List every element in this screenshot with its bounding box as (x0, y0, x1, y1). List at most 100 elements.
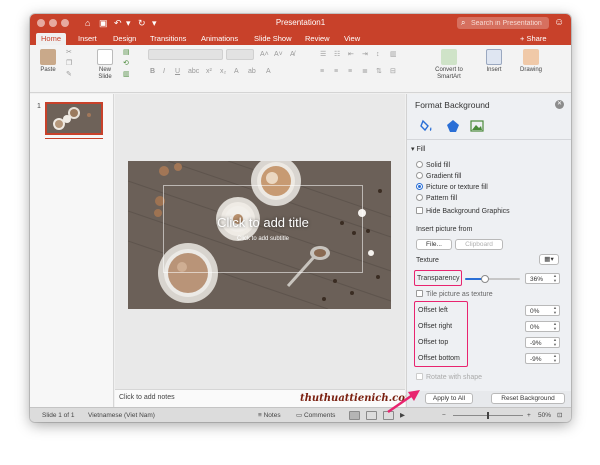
tab-home[interactable]: Home (36, 33, 67, 45)
notes-button[interactable]: ≡ Notes (258, 411, 281, 420)
tab-animations[interactable]: Animations (196, 33, 243, 45)
text-direction-icon[interactable]: ⇅ (376, 67, 382, 76)
spinner-arrows-icon[interactable]: ▲ ▼ (552, 353, 558, 363)
font-size-select[interactable] (226, 49, 254, 60)
language-indicator[interactable]: Vietnamese (Viet Nam) (88, 411, 155, 420)
offset-bottom-spinner[interactable]: -9% ▲ ▼ (525, 353, 560, 364)
strikethrough-icon[interactable]: abc (188, 67, 199, 76)
clear-formatting-icon[interactable]: A̸ (290, 50, 295, 59)
solid-fill-radio[interactable] (416, 161, 423, 168)
copy-icon[interactable]: ❐ (66, 59, 72, 68)
bold-icon[interactable]: B (150, 67, 155, 76)
offset-right-spinner[interactable]: 0% ▲ ▼ (525, 321, 560, 332)
cut-icon[interactable]: ✂ (66, 48, 72, 57)
transparency-slider-thumb[interactable] (480, 275, 489, 283)
highlight-icon[interactable]: ab (248, 67, 256, 76)
feedback-smiley-icon[interactable]: ☺ (554, 17, 564, 29)
align-right-icon[interactable]: ≡ (348, 67, 352, 76)
font-color-icon[interactable]: A (266, 67, 271, 76)
picture-fill-option[interactable]: Picture or texture fill (416, 183, 488, 192)
increase-font-icon[interactable]: A˄ (260, 50, 269, 59)
layout-icon[interactable]: ▤ (123, 48, 130, 57)
normal-view-button[interactable] (349, 411, 360, 420)
notes-placeholder[interactable]: Click to add notes (119, 394, 175, 401)
tab-transitions[interactable]: Transitions (145, 33, 191, 45)
decrease-font-icon[interactable]: A˅ (274, 50, 283, 59)
fill-tab-icon[interactable] (419, 118, 435, 134)
drawing-button[interactable]: Drawing (516, 49, 546, 74)
slide-thumbnail[interactable] (45, 102, 103, 135)
hide-background-graphics-option[interactable]: Hide Background Graphics (416, 207, 510, 216)
slideshow-view-icon[interactable]: ▶ (400, 411, 405, 420)
gradient-fill-option[interactable]: Gradient fill (416, 172, 461, 181)
justify-icon[interactable]: ≣ (362, 67, 368, 76)
clipboard-button[interactable]: Clipboard (455, 239, 503, 250)
tab-review[interactable]: Review (300, 33, 335, 45)
new-slide-button[interactable]: New Slide (92, 49, 118, 81)
zoom-in-icon[interactable]: + (527, 411, 531, 420)
offset-left-spinner[interactable]: 0% ▲ ▼ (525, 305, 560, 316)
solid-fill-option[interactable]: Solid fill (416, 161, 450, 170)
slide[interactable]: Click to add title Click to add subtitle (128, 161, 391, 309)
transparency-slider[interactable] (465, 275, 520, 283)
convert-smartart-button[interactable]: Convert to SmartArt (427, 49, 471, 81)
columns-icon[interactable]: ▥ (390, 50, 397, 59)
search-input[interactable] (471, 17, 547, 29)
slide-title-placeholder[interactable]: Click to add title (168, 215, 358, 230)
slide-subtitle-placeholder[interactable]: Click to add subtitle (188, 235, 338, 243)
spinner-arrows-icon[interactable]: ▲ ▼ (552, 321, 558, 331)
share-button[interactable]: + Share (520, 33, 547, 45)
paste-button[interactable]: Paste (36, 49, 60, 74)
search-box[interactable]: ⌕ (457, 17, 549, 29)
apply-to-all-button[interactable]: Apply to All (425, 393, 473, 404)
spinner-arrows-icon[interactable]: ▲ ▼ (552, 305, 558, 315)
fill-section-header[interactable]: ▾ Fill (411, 145, 425, 153)
reset-background-button[interactable]: Reset Background (491, 393, 565, 404)
zoom-out-icon[interactable]: − (442, 411, 446, 420)
texture-picker[interactable]: ▦▾ (539, 254, 559, 265)
tile-picture-checkbox[interactable] (416, 290, 423, 297)
font-name-select[interactable] (148, 49, 223, 60)
comments-button[interactable]: ▭ Comments (296, 411, 335, 420)
format-painter-icon[interactable]: ✎ (66, 70, 72, 79)
offset-top-spinner[interactable]: -9% ▲ ▼ (525, 337, 560, 348)
superscript-icon[interactable]: x² (206, 67, 212, 76)
pattern-fill-option[interactable]: Pattern fill (416, 194, 457, 203)
increase-indent-icon[interactable]: ⇥ (362, 50, 368, 59)
effects-tab-icon[interactable] (445, 118, 461, 134)
text-effects-icon[interactable]: A (234, 67, 239, 76)
align-left-icon[interactable]: ≡ (320, 67, 324, 76)
tab-slide-show[interactable]: Slide Show (249, 33, 297, 45)
gradient-fill-radio[interactable] (416, 172, 423, 179)
tab-view[interactable]: View (339, 33, 365, 45)
picture-fill-radio[interactable] (416, 183, 423, 190)
numbering-icon[interactable]: ☷ (334, 50, 340, 59)
hide-background-graphics-checkbox[interactable] (416, 207, 423, 214)
slide-sorter-view-button[interactable] (366, 411, 377, 420)
pane-close-icon[interactable]: ✕ (555, 100, 564, 109)
fit-to-window-icon[interactable]: ⊡ (557, 411, 562, 420)
zoom-slider-thumb[interactable] (487, 412, 489, 419)
zoom-level[interactable]: 50% (538, 411, 551, 420)
rotate-with-shape-checkbox[interactable] (416, 373, 423, 380)
tab-design[interactable]: Design (108, 33, 141, 45)
notes-area[interactable]: Click to add notes thuthuattienich.com (115, 389, 415, 407)
reset-slide-icon[interactable]: ⟲ (123, 59, 129, 68)
file-button[interactable]: File... (416, 239, 452, 250)
italic-icon[interactable]: I (163, 67, 165, 76)
zoom-slider[interactable] (453, 412, 523, 419)
align-text-icon[interactable]: ⊟ (390, 67, 396, 76)
align-center-icon[interactable]: ≡ (334, 67, 338, 76)
spinner-arrows-icon[interactable]: ▲ ▼ (552, 337, 558, 347)
pattern-fill-radio[interactable] (416, 194, 423, 201)
picture-tab-icon[interactable] (469, 118, 485, 134)
section-icon[interactable]: ▥ (123, 70, 130, 79)
tile-picture-option[interactable]: Tile picture as texture (416, 290, 493, 299)
bullets-icon[interactable]: ☰ (320, 50, 326, 59)
transparency-spinner[interactable]: 36% ▲ ▼ (525, 273, 560, 284)
decrease-indent-icon[interactable]: ⇤ (348, 50, 354, 59)
rotate-with-shape-option[interactable]: Rotate with shape (416, 373, 482, 382)
reading-view-button[interactable] (383, 411, 394, 420)
insert-button[interactable]: Insert (481, 49, 507, 74)
underline-icon[interactable]: U (175, 67, 180, 76)
